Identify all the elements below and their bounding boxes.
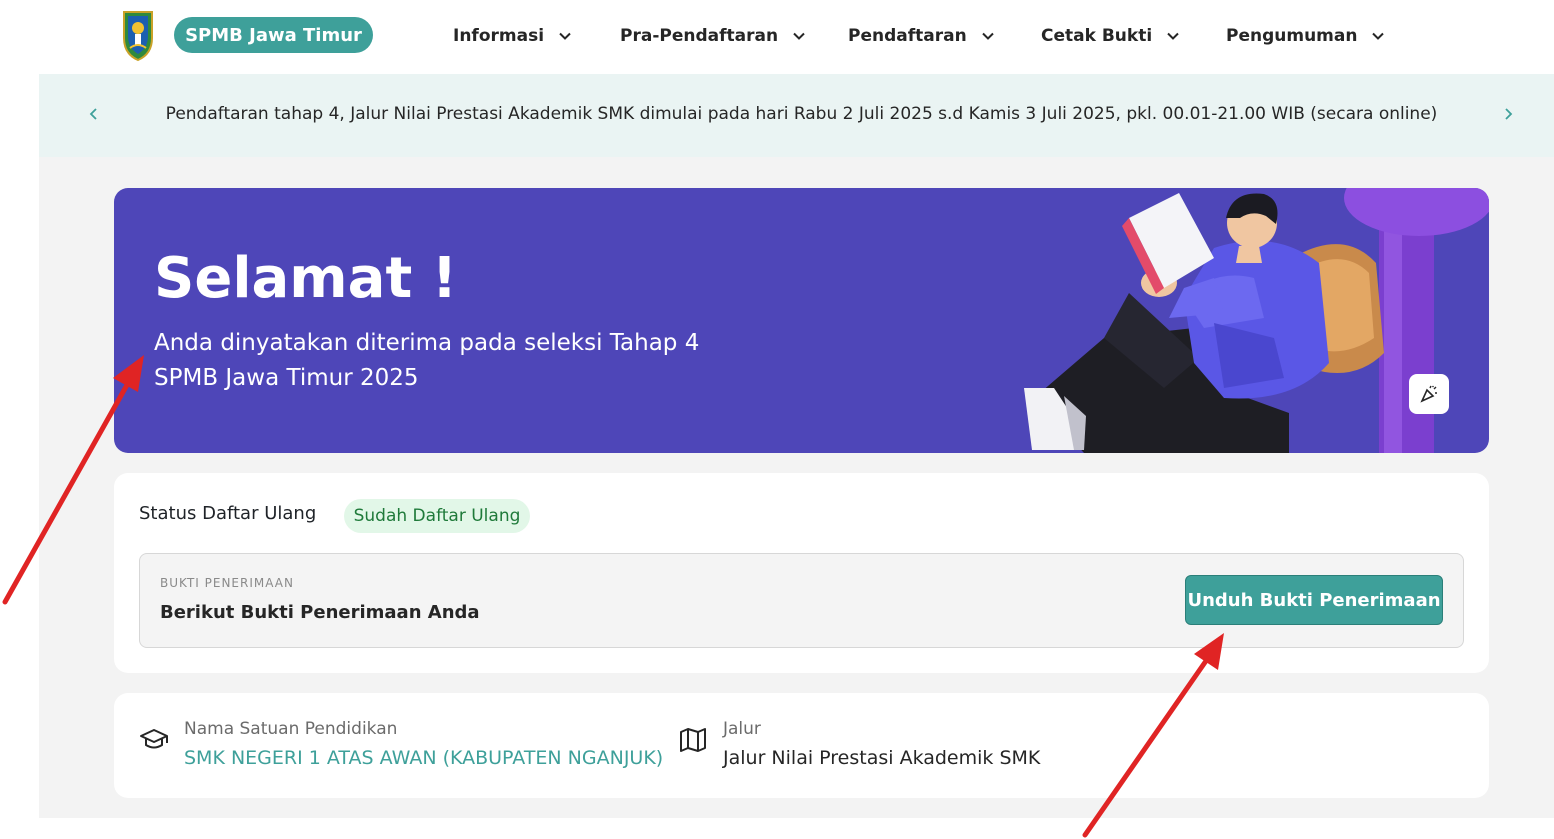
download-proof-button[interactable]: Unduh Bukti Penerimaan	[1185, 575, 1443, 625]
celebrate-button[interactable]	[1409, 374, 1449, 414]
school-label: Nama Satuan Pendidikan	[184, 719, 398, 739]
nav-label: Pengumuman	[1226, 26, 1358, 46]
nav-label: Cetak Bukti	[1041, 26, 1153, 46]
nav-pengumuman[interactable]: Pengumuman	[1226, 24, 1385, 48]
nav-label: Informasi	[453, 26, 545, 46]
brand-name[interactable]: SPMB Jawa Timur	[174, 17, 373, 53]
hero-subtitle-line2: SPMB Jawa Timur 2025	[154, 365, 419, 391]
status-label: Status Daftar Ulang	[139, 503, 317, 524]
chevron-down-icon	[793, 32, 805, 40]
page: SPMB Jawa Timur Informasi Pra-Pendaftara…	[0, 0, 1554, 839]
hero-title: Selamat !	[154, 246, 458, 311]
chevron-down-icon	[1372, 32, 1385, 40]
announcement-prev-button[interactable]	[85, 104, 103, 124]
nav-label: Pra-Pendaftaran	[620, 26, 779, 46]
chevron-down-icon	[981, 32, 994, 40]
congratulations-banner: Selamat ! Anda dinyatakan diterima pada …	[114, 188, 1489, 453]
status-badge: Sudah Daftar Ulang	[344, 499, 530, 533]
map-icon	[680, 728, 706, 752]
acceptance-proof-box: BUKTI PENERIMAAN Berikut Bukti Penerimaa…	[139, 553, 1464, 648]
east-java-emblem-icon[interactable]	[118, 8, 158, 62]
proof-caption: BUKTI PENERIMAAN	[160, 576, 294, 590]
proof-title: Berikut Bukti Penerimaan Anda	[160, 602, 480, 623]
nav-cetak-bukti[interactable]: Cetak Bukti	[1041, 24, 1180, 48]
confetti-icon	[1420, 385, 1437, 403]
chevron-right-icon	[1505, 108, 1513, 120]
school-name[interactable]: SMK NEGERI 1 ATAS AWAN (KABUPATEN NGANJU…	[184, 747, 663, 769]
chevron-down-icon	[559, 32, 571, 40]
nav-pendaftaran[interactable]: Pendaftaran	[848, 24, 995, 48]
nav-label: Pendaftaran	[848, 26, 967, 46]
navbar: SPMB Jawa Timur Informasi Pra-Pendaftara…	[0, 0, 1554, 74]
hero-subtitle: Anda dinyatakan diterima pada seleksi Ta…	[154, 326, 774, 396]
hero-subtitle-line1: Anda dinyatakan diterima pada seleksi Ta…	[154, 330, 700, 356]
announcement-next-button[interactable]	[1499, 104, 1517, 124]
status-card: Status Daftar Ulang Sudah Daftar Ulang B…	[114, 473, 1489, 673]
chevron-down-icon	[1167, 32, 1179, 40]
student-reading-illustration	[1024, 188, 1489, 453]
announcement-bar: Pendaftaran tahap 4, Jalur Nilai Prestas…	[39, 74, 1554, 157]
track-value: Jalur Nilai Prestasi Akademik SMK	[723, 747, 1041, 769]
nav-pra-pendaftaran[interactable]: Pra-Pendaftaran	[620, 24, 806, 48]
announcement-text: Pendaftaran tahap 4, Jalur Nilai Prestas…	[165, 104, 1438, 124]
nav-informasi[interactable]: Informasi	[453, 24, 572, 48]
graduation-cap-icon	[140, 729, 168, 749]
info-card: Nama Satuan Pendidikan SMK NEGERI 1 ATAS…	[114, 693, 1489, 798]
track-label: Jalur	[723, 719, 761, 739]
chevron-left-icon	[89, 108, 97, 120]
